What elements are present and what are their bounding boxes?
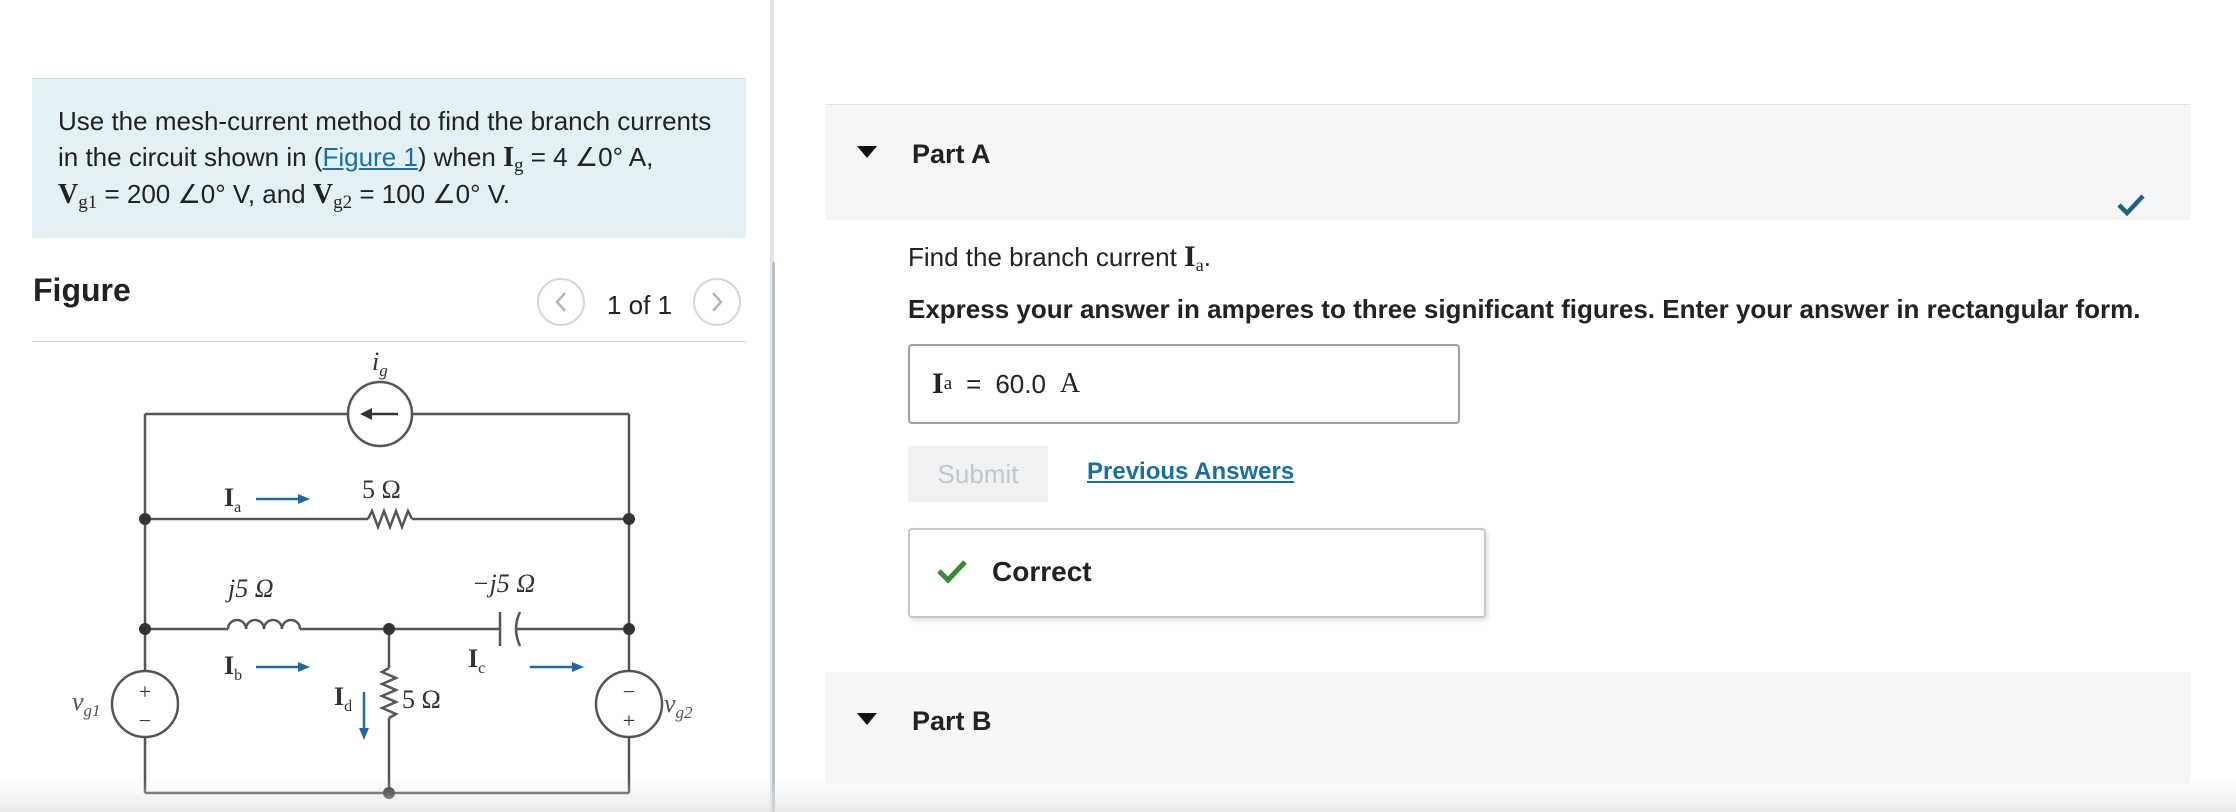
capacitor-label: −j5 Ω [472,569,535,598]
chevron-left-icon [555,292,566,312]
vg1-minus: − [139,708,151,733]
question-text: Find the branch current Ia. [908,240,1211,274]
answer-instruction: Express your answer in amperes to three … [908,294,2141,324]
circuit-diagram: + − − + ig 5 Ω j5 Ω −j5 Ω 5 Ω Ia Ib Ic I… [72,347,693,799]
part-a-header[interactable]: Part A [826,104,2190,220]
vg2-value: = 100 ∠0° V. [352,179,510,209]
circuit-wires [143,412,631,795]
ig-value: = 4 ∠0° A, [523,142,654,172]
part-a-title: Part A [912,139,991,169]
figure-page-count: 1 of 1 [607,290,673,320]
figure-title: Figure [33,272,131,308]
vg1-value: = 200 ∠0° V, and [97,179,313,209]
answer-equals: = [966,368,982,399]
answer-field[interactable]: Ia = 60.0 A [908,344,1460,424]
chevron-right-icon [712,292,723,312]
ig-symbol: I [503,142,515,173]
vg2-sub: g2 [333,192,353,213]
current-source-ig [346,380,414,448]
problem-text-2: ) when [417,142,504,172]
feedback-label: Correct [992,556,1092,587]
vg1-label: vg1 [72,687,101,720]
question-symbol: I [1184,240,1196,273]
junction-dots [139,513,635,799]
vg2-symbol: V [312,179,334,210]
answer-value: 60.0 [995,368,1046,399]
previous-figure-button[interactable] [537,278,585,326]
bottom-fade [0,780,2236,812]
ig-sub: g [514,155,524,176]
ia-label: Ia [224,483,241,516]
answer-unit: A [1059,368,1081,399]
ic-label: Ic [468,644,485,677]
completed-check-icon [2117,194,2145,217]
feedback-box: Correct [908,528,1486,618]
submit-button[interactable]: Submit [908,446,1048,502]
part-b-title: Part B [912,706,992,736]
ib-label: Ib [224,651,242,684]
resistor-mid-label: 5 Ω [402,685,441,714]
vg1-symbol: V [58,179,79,210]
left-pane: Use the mesh-current method to find the … [0,0,770,812]
pane-divider-handle[interactable] [772,262,775,812]
answer-symbol: I [932,367,944,400]
resistor-top-label: 5 Ω [362,475,401,504]
correct-check-icon [937,560,967,584]
vg1-sub: g1 [78,192,98,213]
id-label: Id [334,682,352,715]
problem-statement: Use the mesh-current method to find the … [32,78,746,238]
vg2-label: vg2 [664,689,693,722]
inductor-label: j5 Ω [225,574,274,603]
figure-link[interactable]: Figure 1 [322,142,417,172]
ig-label: ig [372,347,388,380]
question-prefix: Find the branch current [908,242,1185,272]
previous-answers-link[interactable]: Previous Answers [1087,458,1294,486]
next-figure-button[interactable] [693,278,741,326]
vg1-plus: + [139,679,151,704]
question-suffix: . [1203,242,1211,272]
part-b-header[interactable]: Part B [826,672,2190,784]
collapse-triangle-icon[interactable] [856,145,878,159]
question-sub: a [1195,255,1204,275]
vg2-minus: − [623,679,635,704]
vg2-plus: + [623,708,635,733]
collapse-triangle-icon[interactable] [856,712,878,726]
